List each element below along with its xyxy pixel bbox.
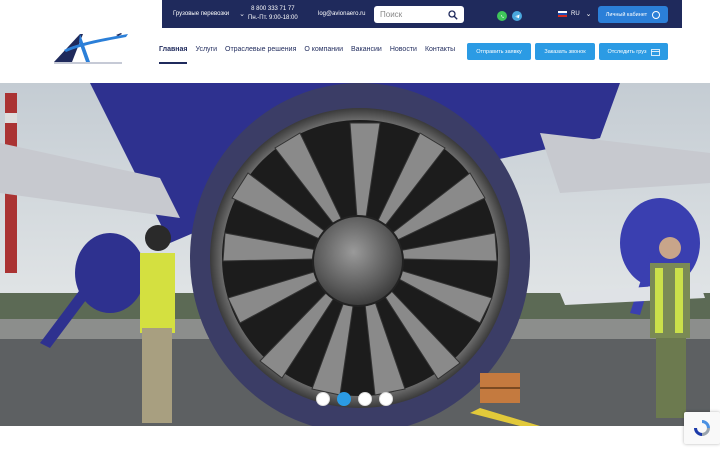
- recaptcha-icon: [694, 420, 710, 436]
- worker-left: [140, 225, 175, 423]
- slider-dot[interactable]: [379, 392, 393, 406]
- nav-item-services[interactable]: Услуги: [195, 46, 217, 60]
- main-navigation: Главная Услуги Отраслевые решения О комп…: [159, 46, 463, 64]
- slider-dot[interactable]: [358, 392, 372, 406]
- cargo-dropdown-label: Грузовые перевозки: [173, 11, 230, 17]
- send-request-label: Отправить заявку: [476, 48, 522, 55]
- language-label: RU: [571, 11, 580, 17]
- slider-pagination: [316, 392, 393, 406]
- russia-flag-icon: [558, 11, 567, 17]
- slider-dot[interactable]: [316, 392, 330, 406]
- order-callback-label: Заказать звонок: [544, 48, 586, 55]
- recaptcha-badge[interactable]: [684, 412, 720, 444]
- package-icon: [650, 48, 660, 56]
- whatsapp-icon[interactable]: [497, 11, 507, 21]
- nav-item-vacancies[interactable]: Вакансии: [351, 46, 382, 60]
- hero-image-jet-engine: [0, 83, 710, 426]
- chevron-down-icon: ⌄: [585, 11, 592, 18]
- page: Грузовые перевозки ⌄ 8 800 333 71 77 Пн.…: [0, 0, 720, 450]
- track-cargo-button[interactable]: Отследить груз: [599, 43, 668, 60]
- top-bar: Грузовые перевозки ⌄ 8 800 333 71 77 Пн.…: [162, 0, 682, 28]
- search-box[interactable]: Поиск: [374, 6, 464, 23]
- email-link[interactable]: log@avionaero.ru: [318, 0, 365, 28]
- slider-dot[interactable]: [337, 392, 351, 406]
- nav-item-home[interactable]: Главная: [159, 46, 188, 64]
- language-selector[interactable]: RU ⌄: [558, 0, 592, 28]
- nav-item-contacts[interactable]: Контакты: [425, 46, 455, 60]
- nav-item-industry-solutions[interactable]: Отраслевые решения: [225, 46, 296, 60]
- account-button-label: Личный кабинет: [605, 11, 648, 18]
- phone-link[interactable]: 8 800 333 71 77: [251, 5, 294, 14]
- working-hours: Пн.-Пт. 9:00-18:00: [248, 15, 298, 21]
- chevron-down-icon: ⌄: [239, 11, 245, 18]
- account-button[interactable]: Личный кабинет: [598, 6, 668, 23]
- worker-right: [650, 237, 690, 418]
- nav-item-news[interactable]: Новости: [390, 46, 417, 60]
- send-request-button[interactable]: Отправить заявку: [467, 43, 531, 60]
- nav-item-about[interactable]: О компании: [304, 46, 343, 60]
- telegram-icon[interactable]: [512, 11, 522, 21]
- contact-phone-block: 8 800 333 71 77 Пн.-Пт. 9:00-18:00: [248, 0, 298, 28]
- user-icon: [652, 10, 661, 19]
- search-icon[interactable]: [448, 9, 458, 20]
- cargo-dropdown[interactable]: Грузовые перевозки ⌄: [173, 0, 245, 28]
- track-cargo-label: Отследить груз: [607, 48, 647, 55]
- search-input[interactable]: Поиск: [380, 10, 448, 19]
- order-callback-button[interactable]: Заказать звонок: [535, 43, 595, 60]
- hero-slider[interactable]: [0, 83, 710, 426]
- company-logo[interactable]: [50, 28, 130, 68]
